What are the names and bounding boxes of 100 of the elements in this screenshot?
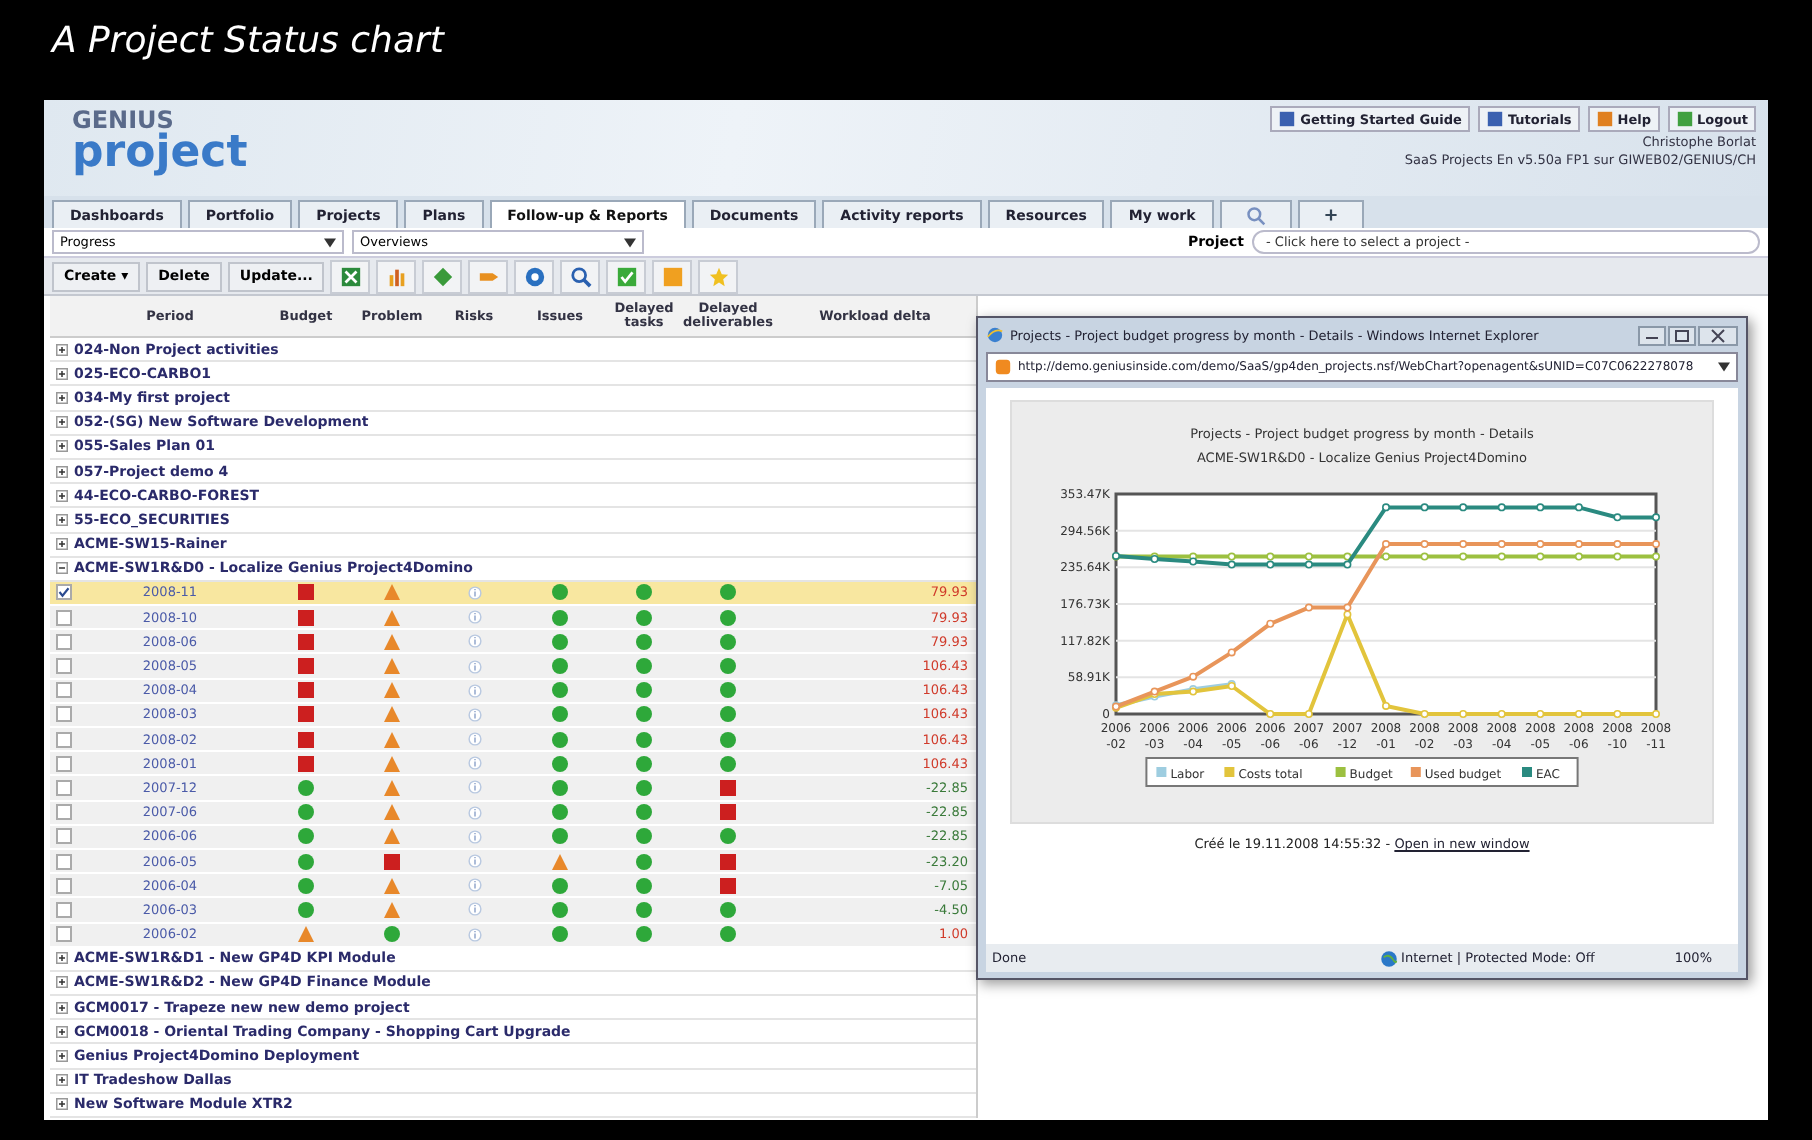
point [1420, 503, 1429, 512]
point [1652, 513, 1660, 522]
expand-icon[interactable] [56, 416, 68, 429]
expand-icon[interactable] [56, 1074, 68, 1087]
point [1497, 540, 1506, 549]
info-icon [467, 854, 481, 869]
info-icon [467, 683, 481, 698]
expand-icon[interactable] [56, 1050, 68, 1063]
search-icon[interactable] [569, 265, 592, 287]
expand-icon[interactable] [56, 538, 68, 551]
caret-icon [624, 237, 636, 247]
point [1420, 540, 1429, 549]
expand-icon[interactable] [56, 440, 68, 453]
expand-icon[interactable] [56, 489, 68, 502]
close-icon[interactable] [1698, 325, 1738, 345]
star-icon[interactable] [707, 265, 730, 287]
row-checkbox[interactable] [56, 853, 72, 870]
logo: GENIUS project [70, 104, 248, 182]
expand-icon[interactable] [56, 1098, 68, 1111]
point [1613, 710, 1622, 718]
expand-icon[interactable] [56, 976, 68, 989]
minimize-icon[interactable] [1638, 325, 1666, 345]
row-checkbox[interactable] [56, 658, 72, 675]
expand-icon[interactable] [56, 465, 68, 478]
row-checkbox[interactable] [56, 584, 72, 601]
expand-icon[interactable] [56, 391, 68, 404]
plus-icon [1323, 208, 1338, 222]
info-icon [467, 732, 481, 747]
caret-icon[interactable] [1718, 362, 1730, 372]
point [1227, 648, 1236, 657]
expand-icon[interactable] [56, 343, 68, 356]
info-icon [467, 805, 481, 820]
point [1304, 560, 1313, 569]
row-checkbox[interactable] [56, 828, 72, 845]
point [1497, 552, 1506, 561]
row-checkbox[interactable] [56, 877, 72, 894]
row-checkbox[interactable] [56, 804, 72, 821]
info-icon [467, 756, 481, 771]
help-icon[interactable] [1595, 110, 1614, 128]
row-checkbox[interactable] [56, 706, 72, 723]
info-icon [467, 634, 481, 649]
point [1613, 552, 1622, 561]
point [1497, 710, 1506, 718]
search-icon [1245, 205, 1266, 225]
point [1459, 552, 1468, 561]
collapse-icon[interactable] [56, 562, 68, 575]
point [1266, 710, 1275, 718]
page-icon [994, 358, 1012, 376]
point [1189, 672, 1198, 681]
point [1266, 560, 1275, 569]
chart-icon[interactable] [385, 265, 408, 287]
point [1613, 540, 1622, 549]
point [1343, 610, 1352, 619]
check-icon[interactable] [615, 265, 638, 287]
point [1227, 560, 1236, 569]
row-checkbox[interactable] [56, 633, 72, 650]
point [1536, 552, 1545, 561]
row-checkbox[interactable] [56, 609, 72, 626]
info-icon [467, 780, 481, 795]
caret-icon [324, 237, 336, 247]
grid-icon[interactable] [339, 265, 362, 287]
expand-icon[interactable] [56, 952, 68, 965]
row-checkbox[interactable] [56, 755, 72, 772]
point [1536, 710, 1545, 718]
expand-icon[interactable] [56, 1001, 68, 1014]
point [1652, 552, 1660, 561]
point [1382, 540, 1390, 549]
info-icon [467, 610, 481, 625]
point [1574, 710, 1583, 718]
row-checkbox[interactable] [56, 779, 72, 796]
point [1459, 710, 1468, 718]
info-icon [467, 829, 481, 844]
point [1652, 540, 1660, 549]
point [1497, 503, 1506, 512]
row-checkbox[interactable] [56, 731, 72, 748]
row-checkbox[interactable] [56, 901, 72, 918]
info-icon [467, 707, 481, 722]
point [1189, 557, 1198, 566]
point [1574, 540, 1583, 549]
browser-icon [986, 326, 1004, 344]
point [1227, 552, 1236, 561]
point [1420, 710, 1429, 718]
maximize-icon[interactable] [1668, 325, 1696, 345]
search-tab[interactable] [1219, 200, 1292, 228]
row-checkbox[interactable] [56, 926, 72, 943]
expand-icon[interactable] [56, 1025, 68, 1038]
point [1266, 552, 1275, 561]
info-icon [467, 902, 481, 917]
expand-icon[interactable] [56, 367, 68, 380]
add-tab[interactable] [1297, 200, 1364, 228]
row-checkbox[interactable] [56, 682, 72, 699]
point [1266, 619, 1275, 628]
diamond-icon[interactable] [431, 265, 454, 287]
point [1343, 603, 1352, 612]
point [1613, 513, 1622, 522]
point [1536, 503, 1545, 512]
point [1459, 540, 1468, 549]
point [1536, 540, 1545, 549]
expand-icon[interactable] [56, 513, 68, 526]
globe-icon [1379, 949, 1398, 967]
